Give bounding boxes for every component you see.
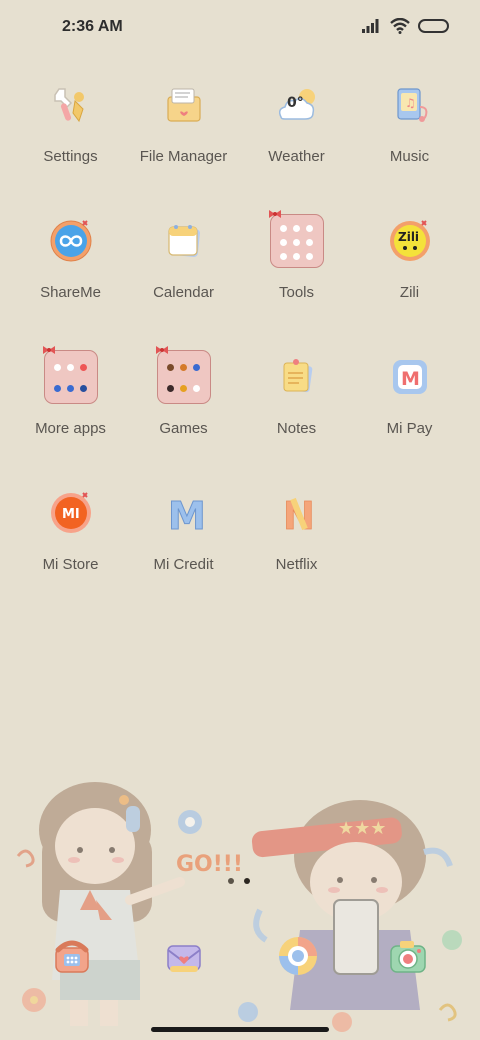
app-settings[interactable]: Settings xyxy=(14,76,127,212)
app-netflix[interactable]: N Netflix xyxy=(240,484,353,620)
app-shareme[interactable]: ShareMe xyxy=(14,212,127,348)
messages-icon[interactable] xyxy=(162,934,206,978)
app-mi-store[interactable]: MI Mi Store xyxy=(14,484,127,620)
app-file-manager[interactable]: File Manager xyxy=(127,76,240,212)
music-player-icon: ♫ xyxy=(383,78,437,132)
mi-store-icon: MI xyxy=(44,486,98,540)
folder-icon xyxy=(268,210,324,268)
mi-store-icon-text: MI xyxy=(62,507,80,522)
weather-temp: 0° xyxy=(287,95,304,111)
home-indicator-bar[interactable] xyxy=(151,1027,329,1032)
page-dot[interactable] xyxy=(228,878,234,884)
status-time: 2:36 AM xyxy=(62,18,123,35)
dock xyxy=(40,934,440,982)
infinity-icon xyxy=(44,214,98,268)
notes-icon xyxy=(270,350,324,404)
wifi-icon xyxy=(390,18,410,34)
signal-icon xyxy=(362,19,379,33)
svg-text:★★★: ★★★ xyxy=(338,818,386,839)
battery-icon xyxy=(418,19,449,33)
app-label: Games xyxy=(159,420,208,437)
app-label: Tools xyxy=(278,284,315,301)
app-mi-pay[interactable]: M Mi Pay xyxy=(353,348,466,484)
camera-icon[interactable] xyxy=(386,934,430,978)
app-weather[interactable]: 0° Weather xyxy=(240,76,353,212)
wallpaper-go-text: GO!!! xyxy=(176,852,243,877)
zili-icon: Zili xyxy=(383,214,437,268)
netflix-icon: N xyxy=(270,486,324,540)
page-dot-active[interactable] xyxy=(244,878,250,884)
app-music[interactable]: ♫ Music xyxy=(353,76,466,212)
folder-tile xyxy=(42,346,98,404)
phone-icon[interactable] xyxy=(50,934,94,978)
svg-text:♫: ♫ xyxy=(405,96,416,110)
app-label: Settings xyxy=(43,148,98,165)
app-label: File Manager xyxy=(139,148,228,165)
app-zili[interactable]: Zili Zili xyxy=(353,212,466,348)
app-games-folder[interactable]: Games xyxy=(127,346,240,484)
app-tools-folder[interactable]: Tools xyxy=(240,210,353,348)
zili-icon-text: Zili xyxy=(398,230,419,244)
calendar-icon xyxy=(157,214,211,268)
app-more-apps-folder[interactable]: More apps xyxy=(14,346,127,484)
folder-tile xyxy=(268,210,324,268)
mi-pay-icon: M xyxy=(383,350,437,404)
mi-credit-icon-text: M xyxy=(168,494,206,535)
folder-tile xyxy=(155,346,211,404)
status-icons xyxy=(362,18,450,34)
app-label: Music xyxy=(389,148,430,165)
folder-icon xyxy=(155,346,211,404)
status-bar: 2:36 AM xyxy=(0,0,480,56)
app-mi-credit[interactable]: M Mi Credit xyxy=(127,484,240,620)
app-grid: Settings File Manager 0° Weather ♫ Music… xyxy=(14,76,466,620)
app-label: Mi Store xyxy=(42,556,99,573)
mi-pay-icon-text: M xyxy=(401,368,420,390)
app-label: Mi Pay xyxy=(386,420,433,437)
page-indicator xyxy=(228,878,250,884)
app-label: ShareMe xyxy=(40,284,101,301)
browser-icon[interactable] xyxy=(276,934,320,978)
weather-cloud-icon: 0° xyxy=(270,78,324,132)
folder-box-icon xyxy=(157,78,211,132)
app-label: Weather xyxy=(268,148,325,165)
app-label: Calendar xyxy=(153,284,214,301)
app-label: Zili xyxy=(399,284,420,301)
app-label: More apps xyxy=(35,420,106,437)
wallpaper-illustration: ★★★ xyxy=(16,782,462,1032)
app-calendar[interactable]: Calendar xyxy=(127,212,240,348)
app-notes[interactable]: Notes xyxy=(240,348,353,484)
app-label: Mi Credit xyxy=(153,556,214,573)
folder-icon xyxy=(42,346,98,404)
app-label: Netflix xyxy=(275,556,318,573)
app-label: Notes xyxy=(276,420,317,437)
mi-credit-icon: M xyxy=(157,486,211,540)
wrench-icon xyxy=(44,78,98,132)
